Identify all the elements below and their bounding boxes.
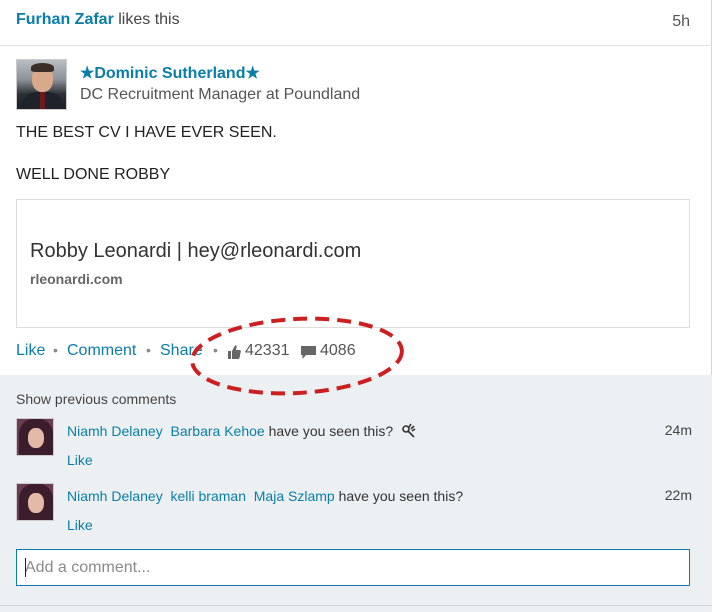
text-caret — [25, 558, 26, 577]
comment-body: have you seen this? — [268, 423, 394, 439]
activity-header: Furhan Zafar likes this 5h — [0, 0, 712, 46]
mention-link[interactable]: kelli braman — [171, 488, 246, 504]
link-preview-title[interactable]: Robby Leonardi | hey@rleonardi.com — [30, 240, 361, 263]
link-preview-card[interactable]: Robby Leonardi | hey@rleonardi.com rleon… — [16, 199, 690, 328]
activity-time: 5h — [672, 13, 690, 30]
divider — [0, 605, 712, 606]
comment-bubble-icon[interactable] — [300, 345, 317, 360]
comments-count[interactable]: 4086 — [320, 342, 356, 360]
comment-time: 22m — [664, 487, 692, 503]
author-headline: DC Recruitment Manager at Poundland — [80, 86, 361, 103]
separator-dot: • — [213, 342, 218, 358]
add-comment-input[interactable] — [17, 550, 689, 585]
comment-like-button[interactable]: Like — [67, 452, 93, 468]
thumbs-up-icon[interactable] — [227, 344, 241, 360]
post-text-line-1: THE BEST CV I HAVE EVER SEEN. — [16, 124, 277, 141]
comment-time: 24m — [664, 422, 692, 438]
show-previous-comments-link[interactable]: Show previous comments — [16, 391, 176, 407]
feed-card: Furhan Zafar likes this 5h ★Dominic Suth… — [0, 0, 712, 612]
author-avatar[interactable] — [16, 59, 67, 110]
commenter-name-link[interactable]: Niamh Delaney — [67, 423, 163, 439]
comment-text: Niamh Delaney kelli braman Maja Szlamp h… — [67, 488, 463, 504]
activity-text: Furhan Zafar likes this — [16, 11, 180, 29]
author-name-link[interactable]: ★Dominic Sutherland★ — [80, 63, 260, 83]
comment-body: have you seen this? — [338, 488, 464, 504]
comment-text: Niamh Delaney Barbara Kehoe have you see… — [67, 423, 416, 439]
commenter-avatar[interactable] — [16, 483, 54, 521]
share-button[interactable]: Share — [160, 342, 203, 360]
ok-hand-icon — [402, 423, 416, 438]
comment-item: Niamh Delaney Barbara Kehoe have you see… — [16, 418, 696, 478]
separator-dot: • — [53, 342, 58, 358]
separator-dot: • — [146, 342, 151, 358]
likes-count[interactable]: 42331 — [245, 342, 290, 360]
activity-action: likes this — [118, 11, 180, 28]
link-preview-domain: rleonardi.com — [30, 271, 123, 287]
comment-item: Niamh Delaney kelli braman Maja Szlamp h… — [16, 483, 696, 543]
comment-button[interactable]: Comment — [67, 342, 136, 360]
activity-actor-link[interactable]: Furhan Zafar — [16, 11, 114, 28]
commenter-avatar[interactable] — [16, 418, 54, 456]
add-comment-box[interactable] — [16, 549, 690, 586]
like-button[interactable]: Like — [16, 342, 45, 360]
mention-link[interactable]: Barbara Kehoe — [171, 423, 265, 439]
commenter-name-link[interactable]: Niamh Delaney — [67, 488, 163, 504]
comment-like-button[interactable]: Like — [67, 517, 93, 533]
mention-link[interactable]: Maja Szlamp — [254, 488, 335, 504]
post-text-line-2: WELL DONE ROBBY — [16, 166, 171, 183]
